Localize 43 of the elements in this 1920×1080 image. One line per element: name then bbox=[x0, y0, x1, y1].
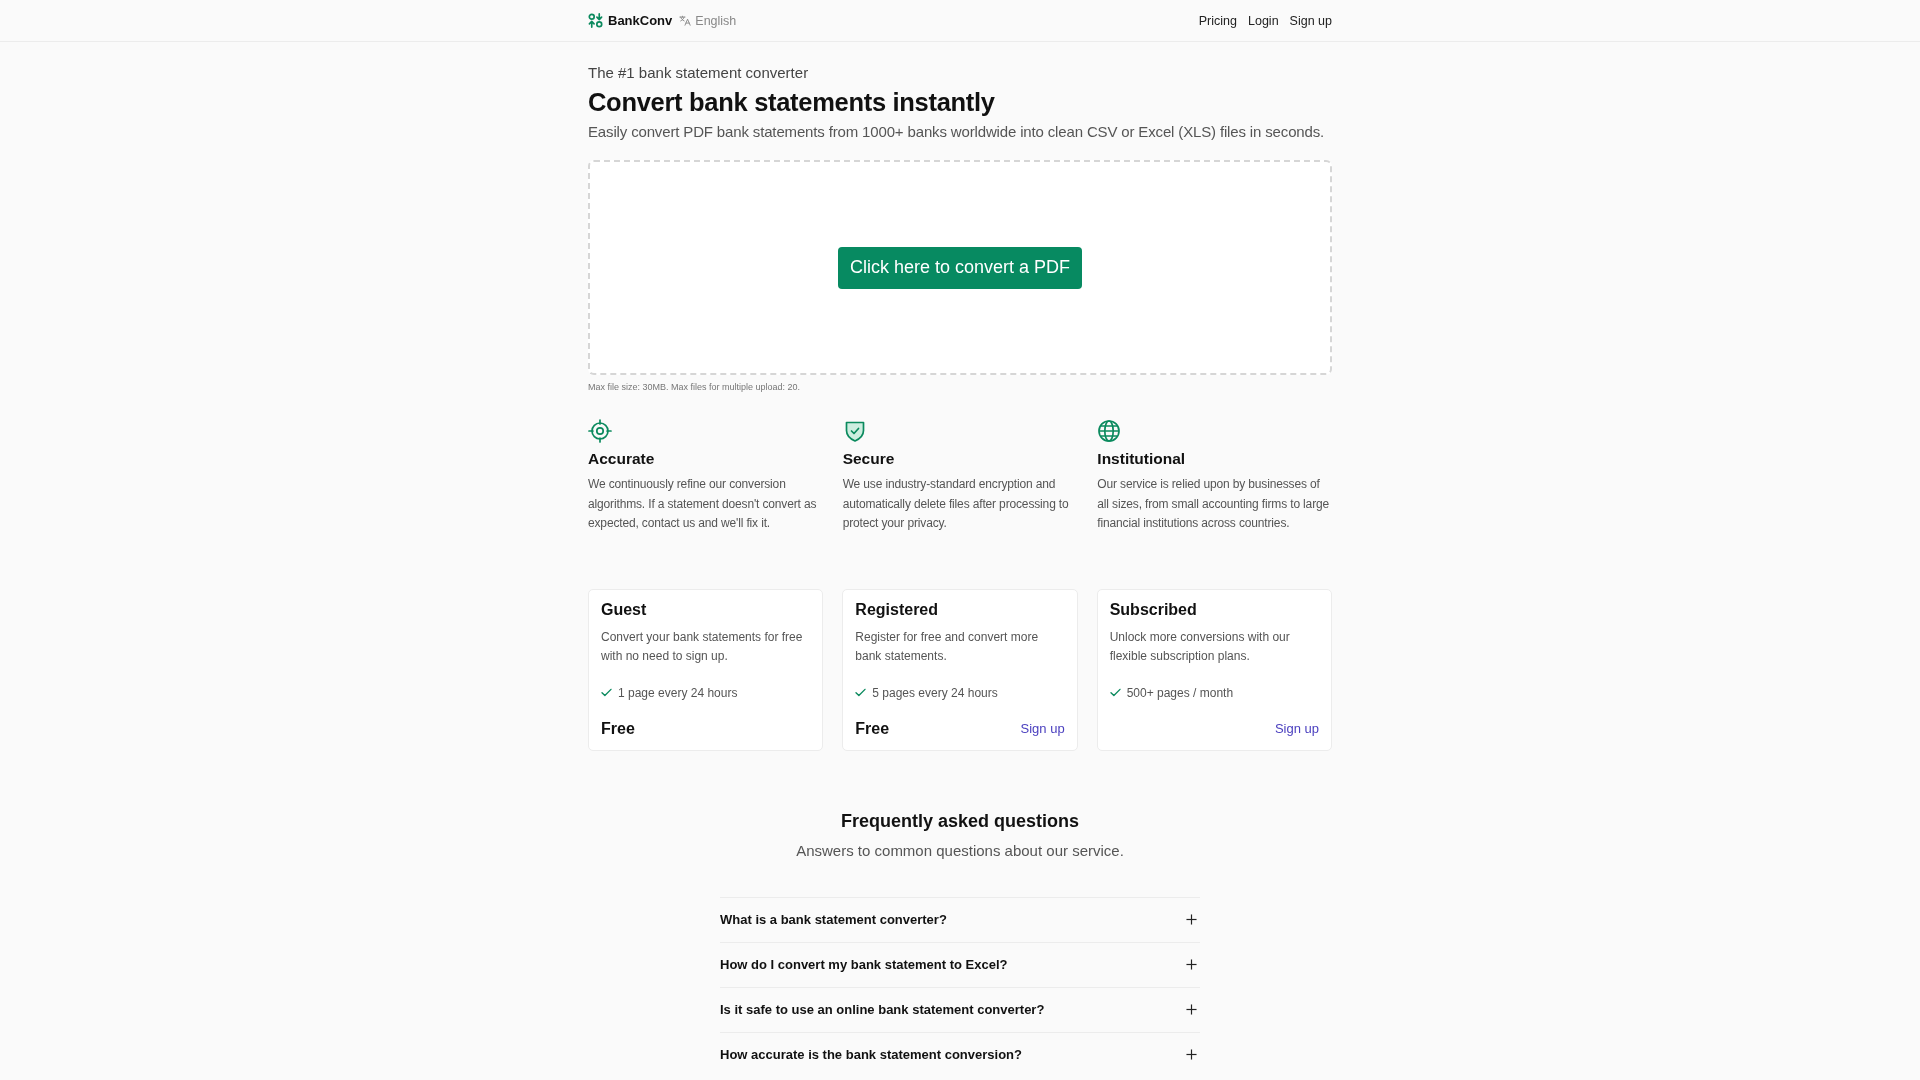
convert-button[interactable]: Click here to convert a PDF bbox=[837, 246, 1083, 289]
plan-name: Registered bbox=[855, 599, 940, 620]
plan-name: Guest bbox=[601, 599, 648, 620]
eyebrow-text: The #1 bank statement converter bbox=[588, 63, 810, 83]
plan-name: Subscribed bbox=[1109, 599, 1198, 620]
language-selector[interactable]: English bbox=[679, 13, 737, 28]
plan-price: Free bbox=[855, 719, 890, 738]
feature-description: Our service is relied upon by businesses of all sizes, from small accounting firms to large financial institutions across countries. bbox=[1097, 476, 1331, 532]
plan-description: Unlock more conversions with our flexible subscription plans. bbox=[1109, 628, 1291, 665]
plan-description: Register for free and convert more bank statements. bbox=[855, 628, 1040, 665]
plan-feature: 500+ pages / month bbox=[1126, 684, 1234, 701]
feature-title: Institutional bbox=[1097, 449, 1187, 469]
check-icon bbox=[855, 688, 867, 697]
plan-price: Free bbox=[601, 719, 635, 738]
plan-feature: 5 pages every 24 hours bbox=[872, 684, 998, 701]
feature-description: We use industry-standard encryption and automatically delete files after processing to protect your privacy. bbox=[842, 476, 1070, 532]
globe-icon bbox=[1097, 419, 1122, 443]
faq-item[interactable]: What is a bank statement converter? bbox=[720, 896, 1200, 942]
upload-dropzone[interactable]: Click here to convert a PDF bbox=[588, 160, 1332, 375]
check-icon bbox=[601, 688, 612, 697]
plan-description: Convert your bank statements for free with no need to sign up. bbox=[601, 628, 804, 665]
feature-title: Secure bbox=[842, 449, 896, 469]
page-title: Convert bank statements instantly bbox=[588, 87, 996, 118]
logo-icon bbox=[588, 13, 603, 28]
faq-subtitle: Answers to common questions about our service. bbox=[795, 840, 1125, 861]
upload-limits-note: Max file size: 30MB. Max files for multiple upload: 20. bbox=[588, 381, 802, 393]
nav-link[interactable]: Pricing bbox=[1198, 13, 1237, 28]
faq-title: Frequently asked questions bbox=[839, 809, 1081, 833]
page-subtitle: Easily convert PDF bank statements from 1000+ banks worldwide into clean CSV or Excel (XLS) files in seconds. bbox=[588, 122, 1326, 142]
check-icon bbox=[1109, 688, 1121, 697]
nav-link[interactable]: Sign up bbox=[1289, 13, 1332, 28]
translate-icon bbox=[679, 15, 692, 26]
brand-name: BankConv bbox=[608, 13, 673, 28]
nav-link[interactable]: Login bbox=[1248, 13, 1279, 28]
faq-item[interactable]: Is it safe to use an online bank statement converter? bbox=[720, 986, 1200, 1032]
faq-item[interactable]: How accurate is the bank statement conversion? bbox=[720, 1031, 1200, 1077]
target-icon bbox=[588, 419, 612, 443]
faq-item[interactable]: How do I convert my bank statement to Excel? bbox=[720, 941, 1200, 987]
feature-description: We continuously refine our conversion algorithms. If a statement doesn't convert as expected, contact us and we'll fix it. bbox=[588, 476, 818, 532]
feature-title: Accurate bbox=[588, 449, 656, 469]
plan-feature: 1 page every 24 hours bbox=[618, 684, 738, 701]
signup-link[interactable]: Sign up bbox=[1274, 721, 1319, 736]
signup-link[interactable]: Sign up bbox=[1020, 721, 1065, 736]
